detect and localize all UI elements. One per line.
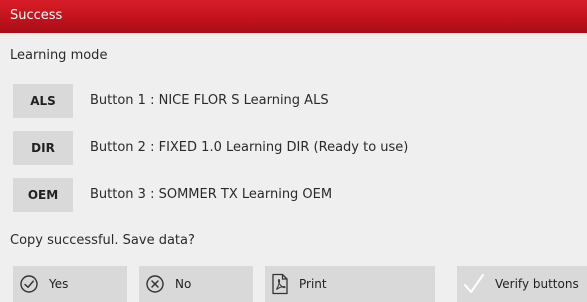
no-label: No: [175, 277, 192, 291]
section-heading: Learning mode: [10, 48, 108, 63]
yes-label: Yes: [49, 277, 69, 291]
verify-buttons-label: Verify buttons: [495, 277, 579, 291]
row-1-description: Button 1 : NICE FLOR S Learning ALS: [90, 93, 329, 108]
save-prompt: Copy successful. Save data?: [10, 233, 195, 248]
title-bar: Success: [0, 0, 587, 33]
checkmark-icon: [461, 271, 487, 297]
print-label: Print: [299, 277, 327, 291]
check-circle-icon: [19, 274, 39, 294]
oem-button[interactable]: OEM: [13, 178, 73, 212]
x-circle-icon: [145, 274, 165, 294]
no-button[interactable]: No: [139, 266, 253, 302]
row-3-description: Button 3 : SOMMER TX Learning OEM: [90, 187, 333, 202]
dir-button[interactable]: DIR: [13, 131, 73, 165]
pdf-document-icon: [271, 273, 289, 295]
window-title: Success: [10, 8, 63, 23]
row-2-description: Button 2 : FIXED 1.0 Learning DIR (Ready…: [90, 140, 409, 155]
print-button[interactable]: Print: [265, 266, 435, 302]
yes-button[interactable]: Yes: [13, 266, 127, 302]
verify-buttons-button[interactable]: Verify buttons: [457, 266, 587, 302]
success-dialog: Success Learning mode ALS Button 1 : NIC…: [0, 0, 587, 302]
als-button[interactable]: ALS: [13, 84, 73, 118]
